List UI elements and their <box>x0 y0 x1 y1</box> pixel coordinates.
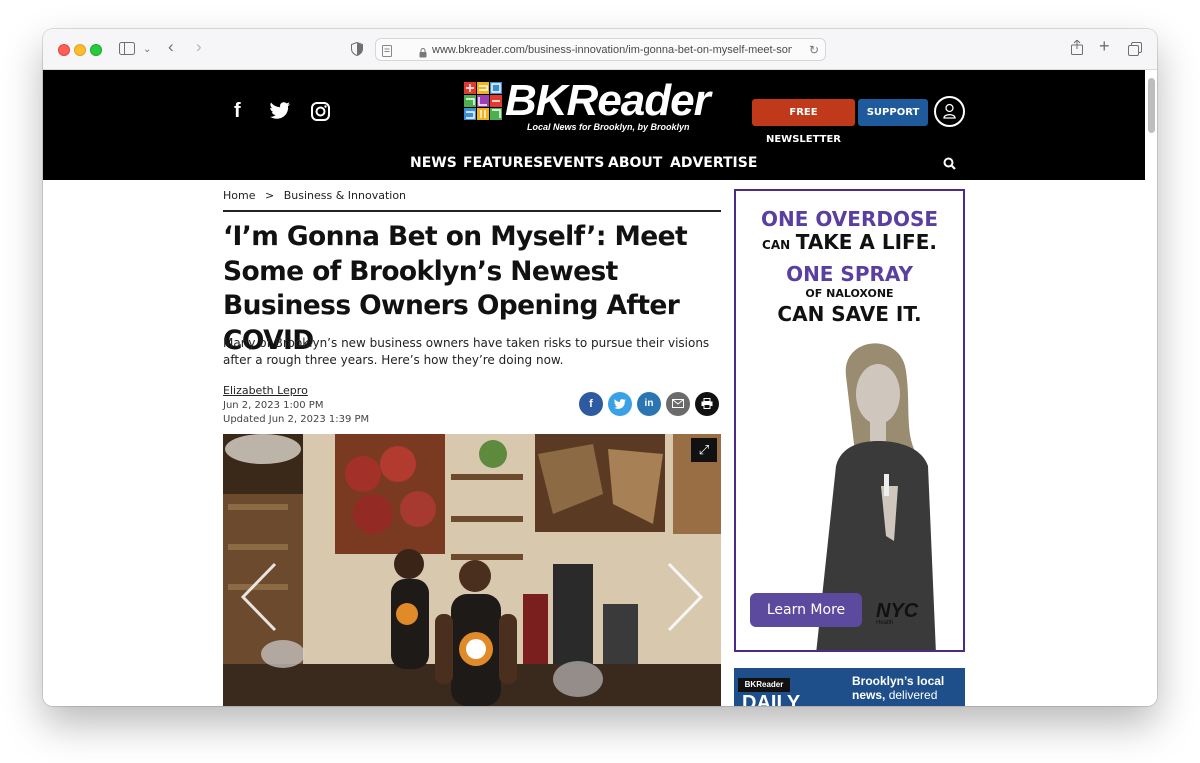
daily-label: DAILY <box>742 692 801 706</box>
breadcrumb-home[interactable]: Home <box>223 189 255 202</box>
chevron-down-icon[interactable]: ⌄ <box>143 43 151 57</box>
instagram-icon[interactable] <box>311 102 330 127</box>
coffee-shop-photo <box>223 434 721 706</box>
ad-line-5: CAN SAVE IT. <box>777 302 922 326</box>
back-button[interactable]: ‹ <box>168 38 174 55</box>
address-bar[interactable]: www.bkreader.com/business-innovation/im-… <box>375 38 826 61</box>
sidebar-icon[interactable] <box>119 42 135 57</box>
account-button[interactable] <box>934 96 965 127</box>
bkreader-daily-ad[interactable]: BKReader DAILY Brooklyn’s local news, de… <box>734 668 965 706</box>
naloxone-ad[interactable]: ONE OVERDOSE CAN TAKE A LIFE. ONE SPRAY … <box>734 189 965 652</box>
bkreader-daily-badge: BKReader <box>738 678 790 692</box>
breadcrumb-section[interactable]: Business & Innovation <box>284 189 406 202</box>
nav-advertise[interactable]: ADVERTISE <box>670 155 757 171</box>
lock-icon <box>419 45 427 63</box>
privacy-shield-icon[interactable] <box>351 41 363 58</box>
facebook-share-icon[interactable]: f <box>579 392 603 416</box>
ad-line-2b: TAKE A LIFE. <box>795 230 937 254</box>
headline-divider <box>223 210 721 212</box>
user-icon <box>943 103 956 119</box>
share-icon[interactable] <box>1071 39 1083 57</box>
email-share-icon[interactable] <box>666 392 690 416</box>
ad-line-3: ONE SPRAY <box>786 262 913 286</box>
ad2-headline: Brooklyn’s local news, delivered <box>852 674 962 702</box>
nav-features[interactable]: FEATURES <box>463 155 543 171</box>
ad-line-4: OF NALOXONE <box>805 287 894 300</box>
browser-window: ⌄ ‹ › www.bkreader.com/business-innovati… <box>43 29 1157 706</box>
forward-button[interactable]: › <box>196 38 202 55</box>
publish-date: Jun 2, 2023 1:00 PM <box>223 400 324 411</box>
ad2-text-b: delivered <box>888 688 938 702</box>
url-text: www.bkreader.com/business-innovation/im-… <box>432 44 792 56</box>
ad-line-2: CAN TAKE A LIFE. <box>736 230 963 254</box>
breadcrumb: Home > Business & Innovation <box>223 189 406 202</box>
bkreader-logo-mark[interactable] <box>464 82 502 120</box>
print-icon[interactable] <box>695 392 719 416</box>
linkedin-share-icon[interactable]: in <box>637 392 661 416</box>
zoom-window-button[interactable] <box>90 44 102 56</box>
bkreader-logo-text[interactable]: BKReader <box>505 76 711 126</box>
twitter-icon[interactable] <box>270 102 290 125</box>
nyc-health-logo: NYC Health <box>876 600 918 626</box>
minimize-window-button[interactable] <box>74 44 86 56</box>
nav-about[interactable]: ABOUT <box>608 155 662 171</box>
twitter-share-icon[interactable] <box>608 392 632 416</box>
search-icon[interactable] <box>943 157 956 175</box>
learn-more-button[interactable]: Learn More <box>750 593 862 627</box>
main-nav: NEWS FEATURES EVENTS ABOUT ADVERTISE <box>43 155 1145 175</box>
site-header: f BKReader Local News for Brooklyn, by B… <box>43 70 1145 180</box>
breadcrumb-separator: > <box>264 189 275 202</box>
browser-toolbar: ⌄ ‹ › www.bkreader.com/business-innovati… <box>43 29 1157 70</box>
reload-icon[interactable]: ↻ <box>809 43 819 57</box>
carousel-prev-button[interactable] <box>239 562 279 632</box>
ad-line-1: ONE OVERDOSE <box>760 207 939 231</box>
page-content: f BKReader Local News for Brooklyn, by B… <box>43 70 1157 706</box>
reader-icon[interactable] <box>382 44 392 62</box>
nyc-logo-text: NYC <box>876 600 919 622</box>
expand-icon[interactable]: ⤢ <box>691 438 717 462</box>
nav-events[interactable]: EVENTS <box>543 155 604 171</box>
free-newsletter-button[interactable]: FREE NEWSLETTER <box>752 99 855 145</box>
carousel-next-button[interactable] <box>665 562 705 632</box>
close-window-button[interactable] <box>58 44 70 56</box>
author-link[interactable]: Elizabeth Lepro <box>223 384 308 397</box>
article-dek: Many of Brooklyn’s new business owners h… <box>223 336 710 367</box>
scrollbar[interactable] <box>1148 78 1155 133</box>
new-tab-icon[interactable]: + <box>1099 37 1110 55</box>
updated-date: Updated Jun 2, 2023 1:39 PM <box>223 414 370 425</box>
support-button[interactable]: SUPPORT <box>858 99 928 126</box>
nav-news[interactable]: NEWS <box>410 155 457 171</box>
site-tagline: Local News for Brooklyn, by Brooklyn <box>527 122 690 132</box>
facebook-icon[interactable]: f <box>234 100 241 123</box>
article-photo[interactable]: ⤢ <box>223 434 721 706</box>
ad-line-2a: CAN <box>762 238 791 252</box>
tab-overview-icon[interactable] <box>1128 42 1142 58</box>
